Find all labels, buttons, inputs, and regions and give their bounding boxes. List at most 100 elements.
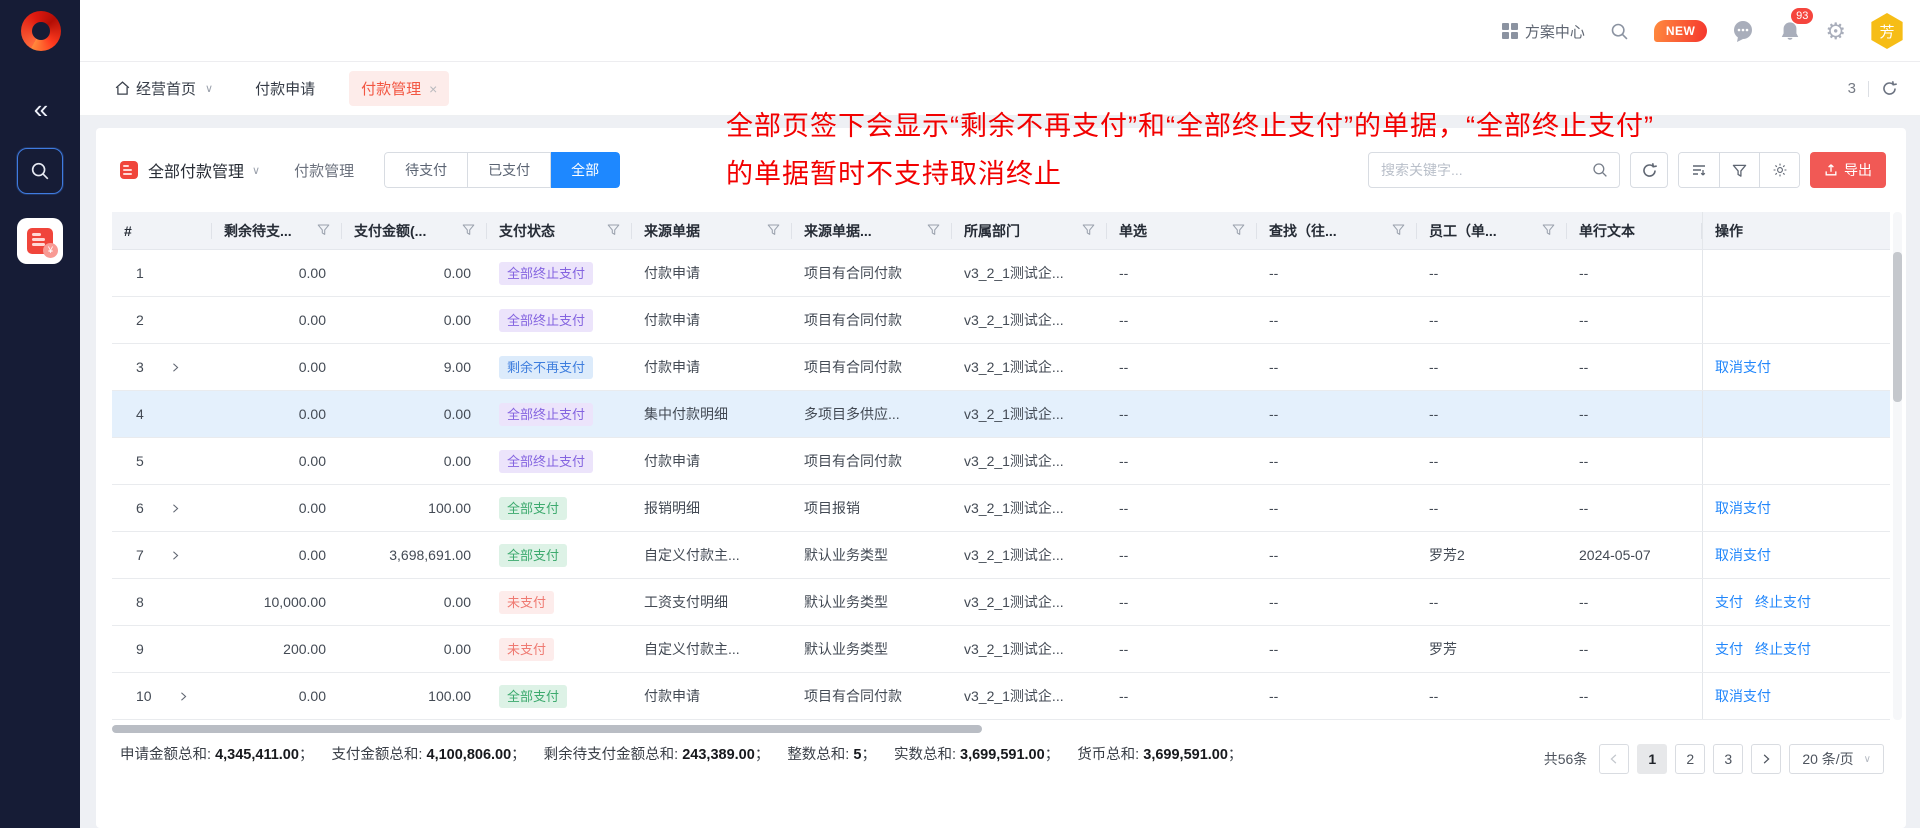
page-button-2[interactable]: 2	[1675, 744, 1705, 774]
notifications-bell-icon[interactable]: 93	[1779, 20, 1801, 43]
user-avatar[interactable]: 芳	[1870, 13, 1904, 49]
filter-funnel-icon[interactable]	[607, 223, 620, 239]
filter-funnel-icon[interactable]	[767, 223, 780, 239]
global-search-icon[interactable]	[1609, 21, 1630, 42]
row-number: 1	[136, 265, 144, 281]
keyword-search-box[interactable]	[1368, 152, 1620, 188]
next-page-button[interactable]	[1751, 744, 1781, 774]
table-row[interactable]: 60.00100.00全部支付报销明细项目报销v3_2_1测试企...-----…	[112, 485, 1890, 532]
cell-actions: 取消支付	[1702, 673, 1890, 719]
refresh-icon	[1641, 162, 1658, 179]
view-title[interactable]: 全部付款管理	[148, 158, 244, 182]
column-header-label: #	[124, 223, 132, 239]
stop-payment-link[interactable]: 终止支付	[1755, 639, 1811, 659]
table-row[interactable]: 10.000.00全部终止支付付款申请项目有合同付款v3_2_1测试企...--…	[112, 250, 1890, 297]
expand-row-icon[interactable]	[170, 362, 181, 373]
collapse-sidebar-icon[interactable]: «	[0, 96, 80, 122]
cell-single-select: --	[1107, 406, 1257, 422]
table-settings-button[interactable]	[1759, 153, 1799, 187]
cancel-payment-link[interactable]: 取消支付	[1715, 357, 1771, 377]
stop-payment-link[interactable]: 终止支付	[1755, 592, 1811, 612]
cell-single-select: --	[1107, 500, 1257, 516]
page-button-1[interactable]: 1	[1637, 744, 1667, 774]
filter-tab-已支付[interactable]: 已支付	[468, 152, 551, 188]
cell-department: v3_2_1测试企...	[952, 357, 1107, 377]
cell-actions: 取消支付	[1702, 344, 1890, 390]
column-header-label: 支付金额(...	[354, 221, 426, 241]
search-icon[interactable]	[1591, 161, 1609, 179]
filter-tab-待支付[interactable]: 待支付	[384, 152, 468, 188]
cell-single-text: --	[1567, 453, 1702, 469]
cell-actions: 支付终止支付	[1702, 579, 1890, 625]
table-row[interactable]: 40.000.00全部终止支付集中付款明细多项目多供应...v3_2_1测试企.…	[112, 391, 1890, 438]
close-icon[interactable]: ×	[429, 81, 437, 97]
vertical-scrollbar[interactable]	[1893, 212, 1902, 720]
cell-paid-amount: 100.00	[342, 500, 487, 516]
filter-funnel-icon[interactable]	[1392, 223, 1405, 239]
table-row[interactable]: 20.000.00全部终止支付付款申请项目有合同付款v3_2_1测试企...--…	[112, 297, 1890, 344]
cell-remaining-amount: 0.00	[212, 312, 342, 328]
refresh-tabs-icon[interactable]	[1881, 80, 1898, 97]
page-size-select[interactable]: 20 条/页∨	[1789, 744, 1884, 774]
cancel-payment-link[interactable]: 取消支付	[1715, 686, 1771, 706]
filter-funnel-icon[interactable]	[462, 223, 475, 239]
tab-payment-request[interactable]: 付款申请	[255, 78, 315, 99]
table-row[interactable]: 810,000.000.00未支付工资支付明细默认业务类型v3_2_1测试企..…	[112, 579, 1890, 626]
filter-tab-全部[interactable]: 全部	[551, 152, 620, 188]
status-badge: 全部终止支付	[499, 403, 593, 426]
pay-link[interactable]: 支付	[1715, 639, 1743, 659]
page-button-3[interactable]: 3	[1713, 744, 1743, 774]
new-badge[interactable]: NEW	[1654, 20, 1708, 42]
column-settings-button[interactable]	[1679, 153, 1719, 187]
breadcrumb-home[interactable]: 经营首页 ∨	[114, 78, 213, 99]
sidebar-payment-app-icon[interactable]: ¥	[17, 218, 63, 264]
cell-single-text: --	[1567, 500, 1702, 516]
table-row[interactable]: 100.00100.00全部支付付款申请项目有合同付款v3_2_1测试企...-…	[112, 673, 1890, 720]
cell-payment-status: 全部支付	[487, 497, 632, 520]
export-button[interactable]: 导出	[1810, 152, 1886, 188]
horizontal-scrollbar-thumb[interactable]	[112, 725, 982, 733]
tab-payment-management[interactable]: 付款管理 ×	[349, 71, 449, 106]
column-list-icon	[1691, 162, 1707, 178]
column-header: 查找（往...	[1257, 212, 1417, 249]
table-row[interactable]: 50.000.00全部终止支付付款申请项目有合同付款v3_2_1测试企...--…	[112, 438, 1890, 485]
expand-row-icon[interactable]	[170, 550, 181, 561]
prev-page-button[interactable]	[1599, 744, 1629, 774]
expand-row-icon[interactable]	[170, 503, 181, 514]
cancel-payment-link[interactable]: 取消支付	[1715, 545, 1771, 565]
cell-row-number: 9	[112, 641, 212, 657]
table-tools-group	[1678, 152, 1800, 188]
settings-gear-icon[interactable]: ⚙	[1825, 20, 1846, 43]
filter-funnel-icon[interactable]	[317, 223, 330, 239]
cell-single-select: --	[1107, 688, 1257, 704]
notification-count-badge: 93	[1791, 8, 1813, 24]
refresh-list-button[interactable]	[1630, 152, 1668, 188]
table-row[interactable]: 30.009.00剩余不再支付付款申请项目有合同付款v3_2_1测试企...--…	[112, 344, 1890, 391]
feedback-chat-icon[interactable]	[1731, 19, 1755, 43]
filter-button[interactable]	[1719, 153, 1759, 187]
chevron-down-icon[interactable]: ∨	[205, 82, 213, 95]
cell-row-number: 6	[112, 500, 212, 516]
cell-remaining-amount: 0.00	[212, 500, 342, 516]
content-area: 全部付款管理 ∨ 付款管理 待支付已支付全部	[80, 116, 1920, 828]
cancel-payment-link[interactable]: 取消支付	[1715, 498, 1771, 518]
view-secondary-label[interactable]: 付款管理	[294, 160, 354, 181]
cell-source-doc-type: 项目报销	[792, 498, 952, 518]
filter-funnel-icon[interactable]	[927, 223, 940, 239]
sidebar-search-button[interactable]	[17, 148, 63, 194]
solution-center-link[interactable]: 方案中心	[1502, 21, 1585, 42]
table-row[interactable]: 70.003,698,691.00全部支付自定义付款主...默认业务类型v3_2…	[112, 532, 1890, 579]
filter-funnel-icon[interactable]	[1232, 223, 1245, 239]
pay-link[interactable]: 支付	[1715, 592, 1743, 612]
app-logo-icon[interactable]	[21, 11, 61, 51]
horizontal-scrollbar[interactable]	[112, 724, 1890, 734]
table-row[interactable]: 9200.000.00未支付自定义付款主...默认业务类型v3_2_1测试企..…	[112, 626, 1890, 673]
keyword-search-input[interactable]	[1381, 162, 1591, 178]
cell-actions	[1702, 297, 1890, 343]
cell-employee: --	[1417, 453, 1567, 469]
filter-funnel-icon[interactable]	[1082, 223, 1095, 239]
filter-funnel-icon[interactable]	[1542, 223, 1555, 239]
vertical-scrollbar-thumb[interactable]	[1893, 252, 1902, 402]
view-title-caret-icon[interactable]: ∨	[252, 164, 260, 177]
expand-row-icon[interactable]	[178, 691, 189, 702]
